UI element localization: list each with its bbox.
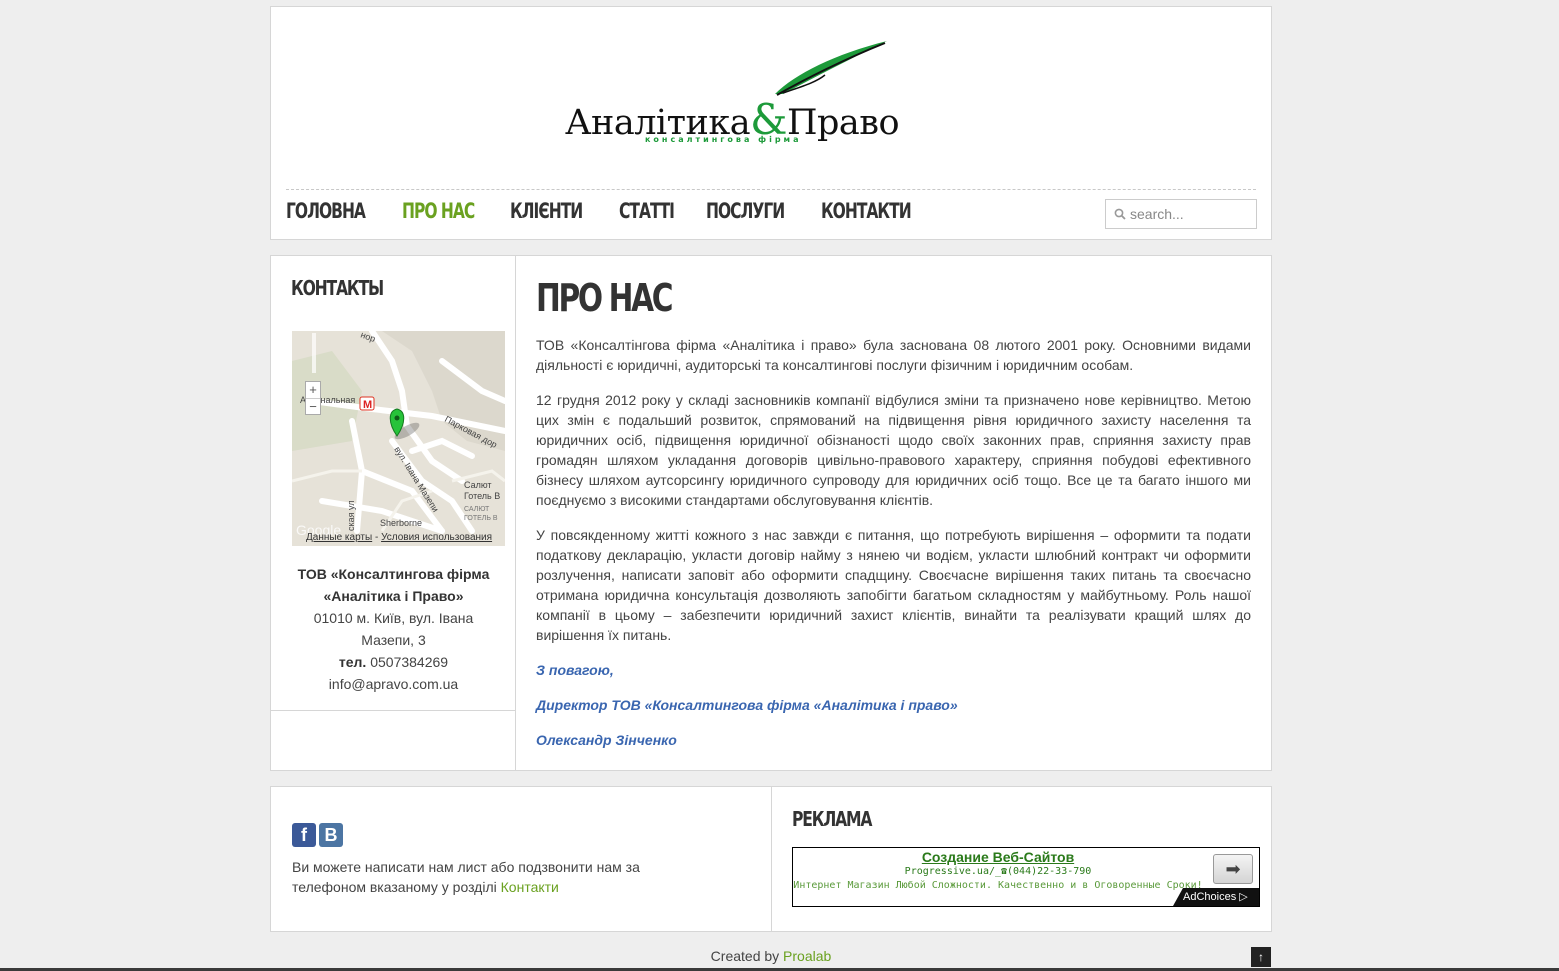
nav-item-about[interactable]: ПРО НАС <box>402 199 475 223</box>
map-data-link[interactable]: Данные карты <box>306 532 372 543</box>
ad-banner[interactable]: Создание Веб-Сайтов Progressive.ua/_☎(04… <box>792 847 1260 907</box>
contact-info: ТОВ «Консалтингова фірма «Аналітика і Пр… <box>271 563 516 695</box>
sidebar-title: КОНТАКТЫ <box>291 276 384 300</box>
phone-number: 0507384269 <box>366 654 449 670</box>
site-footer: f B Ви можете написати нам лист або подз… <box>270 786 1272 932</box>
facebook-icon[interactable]: f <box>292 823 316 847</box>
page-title: ПРО НАС <box>536 276 674 320</box>
site-header: Аналітика&Право консалтингова фірма ГОЛО… <box>270 6 1272 240</box>
svg-text:ГОТЕЛЬ В: ГОТЕЛЬ В <box>464 515 498 522</box>
main-nav: ГОЛОВНА ПРО НАС КЛІЄНТИ СТАТТІ ПОСЛУГИ К… <box>286 199 950 223</box>
search-icon <box>1114 208 1126 220</box>
address-line2: Мазепи, 3 <box>361 632 426 648</box>
zoom-in-icon[interactable]: + <box>306 382 320 398</box>
site-logo[interactable]: Аналітика&Право консалтингова фірма <box>565 39 900 149</box>
zoom-out-icon[interactable]: − <box>306 398 320 414</box>
svg-text:ская ул: ская ул <box>346 500 356 531</box>
logo-subtitle: консалтингова фірма <box>645 135 802 144</box>
svg-text:Салют: Салют <box>464 480 492 490</box>
phone-label: тел. <box>338 654 367 670</box>
quill-pen-icon <box>775 41 887 96</box>
signature-name: Олександр Зінченко <box>536 732 677 748</box>
site-credit: Created by Proalab <box>710 948 832 964</box>
social-links: f B <box>292 823 343 847</box>
footer-ad-block: РЕКЛАМА Создание Веб-Сайтов Progressive.… <box>772 787 1272 931</box>
search-input[interactable] <box>1130 205 1250 223</box>
nav-item-services[interactable]: ПОСЛУГИ <box>706 199 785 223</box>
ad-headline[interactable]: Создание Веб-Сайтов <box>793 849 1203 865</box>
map-credit: Данные карты - Условия использования <box>306 532 493 543</box>
footer-text: Ви можете написати нам лист або подзвони… <box>292 859 640 895</box>
company-name-line1: ТОВ «Консалтингова фірма <box>297 566 490 582</box>
ad-description: Интернет Магазин Любой Сложности. Качест… <box>793 880 1203 891</box>
content-paragraph: У повсякденному житті кожного з нас завж… <box>536 527 1251 643</box>
search-box <box>1105 199 1257 229</box>
header-divider <box>286 189 1256 190</box>
nav-item-contacts[interactable]: КОНТАКТИ <box>821 199 912 223</box>
ad-url: Progressive.ua/_☎(044)22-33-790 <box>904 866 1092 877</box>
footer-contacts-link[interactable]: Контакти <box>501 879 559 895</box>
sidebar: КОНТАКТЫ Арсенальная Парковая дор вул. І… <box>271 256 516 770</box>
content-paragraph: ТОВ «Консалтінгова фірма «Аналітика і пр… <box>536 337 1251 373</box>
location-map[interactable]: Арсенальная Парковая дор вул. Івана Мазе… <box>292 331 505 546</box>
footer-contact-block: f B Ви можете написати нам лист або подз… <box>271 787 772 931</box>
phone-line: тел. 0507384269 <box>271 651 516 673</box>
map-zoom-control: + − <box>305 381 321 415</box>
svg-text:Sherborne: Sherborne <box>380 518 422 528</box>
nav-item-clients[interactable]: КЛІЄНТИ <box>510 199 583 223</box>
nav-item-home[interactable]: ГОЛОВНА <box>286 199 366 223</box>
signature-regards: З повагою, <box>536 662 614 678</box>
email-address[interactable]: info@apravo.com.ua <box>271 673 516 695</box>
main-area: КОНТАКТЫ Арсенальная Парковая дор вул. І… <box>270 255 1272 771</box>
ad-section-title: РЕКЛАМА <box>792 807 872 831</box>
svg-text:Готель В: Готель В <box>464 491 500 501</box>
svg-text:M: M <box>363 399 372 411</box>
svg-text:САЛЮТ: САЛЮТ <box>464 506 490 513</box>
address-line1: 01010 м. Київ, вул. Івана <box>313 610 474 626</box>
nav-item-articles[interactable]: СТАТТІ <box>619 199 675 223</box>
content-paragraph: 12 грудня 2012 року у складі засновників… <box>536 392 1251 508</box>
adchoices-badge[interactable]: AdChoices ▷ <box>1173 888 1259 906</box>
ad-arrow-button[interactable]: ➡ <box>1213 854 1253 884</box>
sidebar-divider <box>271 710 516 711</box>
vkontakte-icon[interactable]: B <box>319 823 343 847</box>
company-name-line2: «Аналітика і Право» <box>323 588 464 604</box>
signature-position: Директор ТОВ «Консалтингова фірма «Аналі… <box>536 697 958 713</box>
credit-link[interactable]: Proalab <box>783 948 831 964</box>
map-canvas: Арсенальная Парковая дор вул. Івана Мазе… <box>292 331 505 546</box>
back-to-top-icon[interactable]: ↑ <box>1251 947 1271 967</box>
map-terms-link[interactable]: Условия использования <box>381 532 492 543</box>
